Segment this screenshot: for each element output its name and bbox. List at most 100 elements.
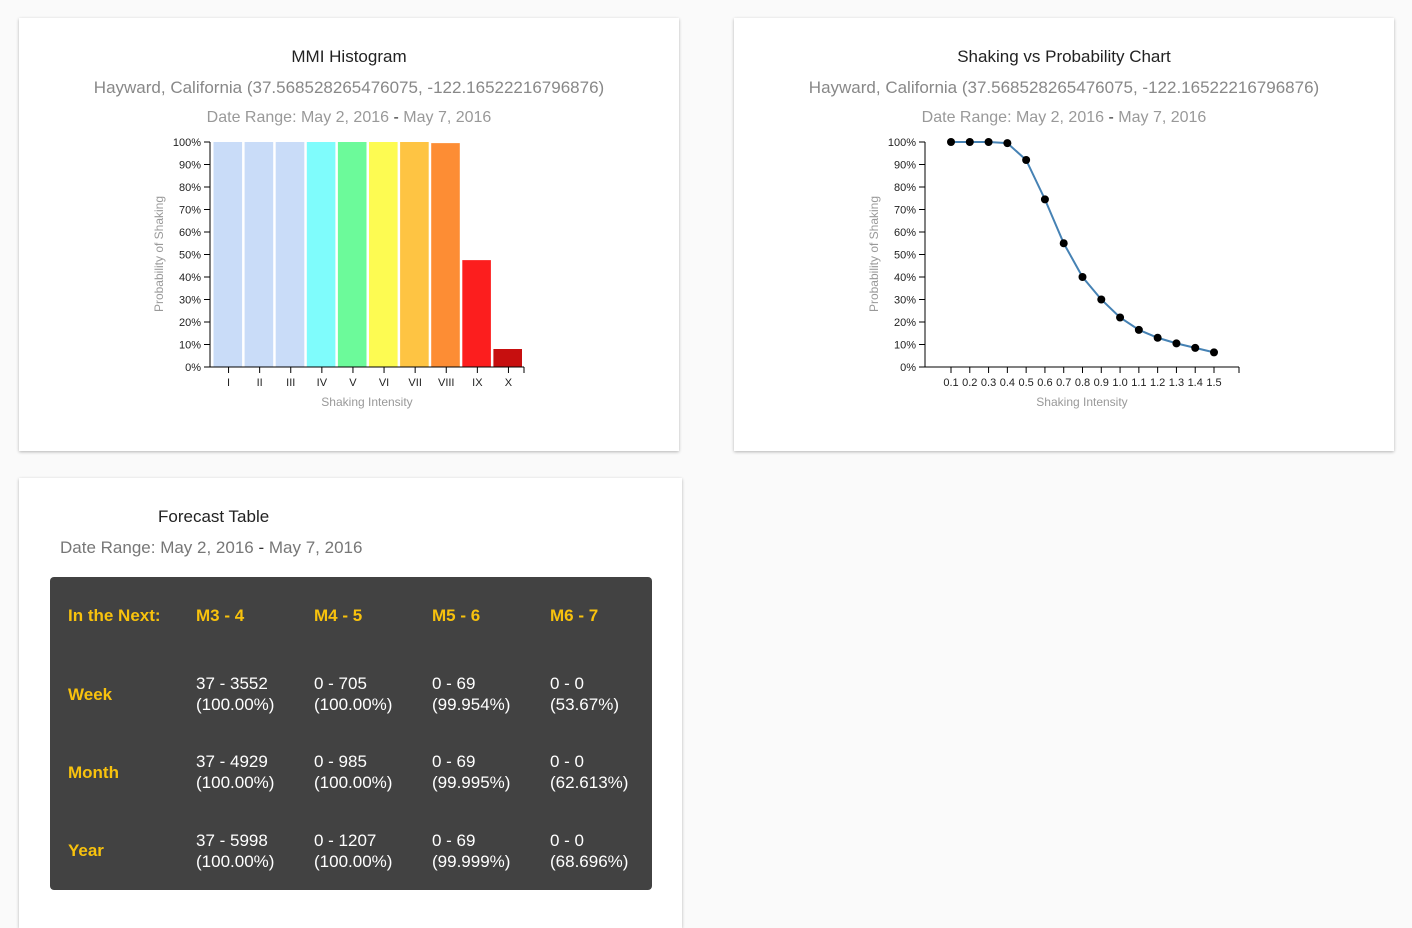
y-tick-label: 50%: [179, 250, 201, 262]
y-tick-label: 100%: [173, 137, 201, 149]
x-tick-label: VIII: [438, 377, 455, 389]
count-range: 0 - 0: [550, 752, 585, 772]
x-tick-label: 1.0: [1112, 377, 1127, 389]
table-cell: 0 - 705 (100.00%): [314, 655, 432, 733]
x-tick-label: 0.9: [1094, 377, 1109, 389]
x-tick-label: IX: [472, 377, 483, 389]
y-tick-label: 30%: [894, 295, 916, 307]
x-tick-label: 0.2: [962, 377, 977, 389]
y-tick-label: 70%: [894, 205, 916, 217]
shaking-probability-chart: 0% 10% 20% 30% 40% 50% 60% 70% 80% 90% 100% 0.1 0.2 0…: [867, 137, 1240, 409]
shaking-probability-card: Shaking vs Probability Chart Hayward, Ca…: [734, 18, 1394, 451]
x-tick-label: IV: [317, 377, 328, 389]
table-cell: 0 - 0 (53.67%): [550, 655, 652, 733]
y-tick-label: 20%: [894, 317, 916, 329]
probability: (99.995%): [432, 773, 511, 793]
x-tick-label: 0.6: [1037, 377, 1052, 389]
y-tick-label: 60%: [179, 227, 201, 239]
y-axis-label: Probability of Shaking: [867, 196, 881, 312]
x-tick-label: 1.3: [1169, 377, 1184, 389]
x-tick-label: VII: [408, 377, 421, 389]
mmi-histogram-card: MMI Histogram Hayward, California (37.56…: [19, 18, 679, 451]
forecast-table-header: In the Next: M3 - 4 M4 - 5 M5 - 6 M6 - 7: [50, 577, 652, 655]
count-range: 0 - 0: [550, 830, 585, 850]
forecast-table: In the Next: M3 - 4 M4 - 5 M5 - 6 M6 - 7…: [50, 577, 652, 890]
data-point: [1040, 195, 1049, 204]
x-tick-label: 1.5: [1206, 377, 1221, 389]
forecast-date-range: Date Range: May 2, 2016 - May 7, 2016: [60, 538, 363, 557]
data-point: [1022, 156, 1031, 164]
y-tick-label: 0%: [900, 362, 916, 374]
table-cell: 0 - 69 (99.954%): [432, 655, 550, 733]
y-tick-label: 70%: [179, 205, 201, 217]
table-row: Week 37 - 3552 (100.00%) 0 - 705 (100.00%)…: [50, 655, 652, 733]
table-cell: 0 - 0 (68.696%): [550, 812, 652, 890]
x-axis-label: Shaking Intensity: [1036, 395, 1127, 409]
probability: (100.00%): [196, 695, 275, 715]
count-range: 0 - 985: [314, 752, 367, 772]
header-m3-4: M3 - 4: [196, 606, 245, 625]
x-tick-label: V: [349, 377, 357, 389]
y-tick-label: 100%: [888, 137, 916, 149]
y-tick-label: 50%: [894, 250, 916, 262]
data-point: [947, 138, 955, 146]
table-cell: 0 - 69 (99.995%): [432, 733, 550, 811]
forecast-table-card: Forecast Table Date Range: May 2, 2016 -…: [19, 478, 682, 928]
start-date: May 2, 2016: [160, 538, 254, 557]
y-tick-label: 40%: [179, 272, 201, 284]
x-tick-label: 0.4: [1000, 377, 1015, 389]
row-period: Year: [68, 841, 104, 861]
probability: (99.954%): [432, 695, 511, 715]
count-range: 0 - 705: [314, 674, 367, 694]
series-line: [951, 141, 1215, 354]
table-cell: 37 - 3552 (100.00%): [196, 655, 314, 733]
data-point: [1059, 239, 1068, 248]
x-tick-label: 0.5: [1018, 377, 1033, 389]
header-in-the-next: In the Next:: [68, 606, 161, 625]
table-cell: 0 - 1207 (100.00%): [314, 812, 432, 890]
bar: [337, 142, 367, 367]
probability: (62.613%): [550, 773, 629, 793]
y-axis-label: Probability of Shaking: [152, 196, 166, 312]
x-tick-label: 0.8: [1075, 377, 1090, 389]
x-tick-label: 0.1: [943, 377, 958, 389]
bar: [493, 349, 522, 367]
x-tick-label: X: [505, 377, 513, 389]
probability: (99.999%): [432, 851, 511, 871]
bar: [275, 142, 305, 367]
data-point: [1078, 273, 1087, 281]
y-tick-label: 80%: [179, 182, 201, 194]
x-tick-label: 1.2: [1150, 377, 1165, 389]
y-tick-label: 90%: [894, 160, 916, 172]
row-period: Week: [68, 684, 113, 704]
table-cell: 0 - 69 (99.999%): [432, 812, 550, 890]
data-point: [1153, 333, 1162, 342]
data-point: [1191, 343, 1200, 352]
bar: [369, 142, 398, 367]
table-row: Month 37 - 4929 (100.00%) 0 - 985 (100.00%…: [50, 733, 652, 811]
data-point: [1003, 139, 1012, 148]
table-cell: 37 - 5998 (100.00%): [196, 812, 314, 890]
header-m4-5: M4 - 5: [314, 606, 363, 625]
bar: [462, 260, 491, 367]
count-range: 0 - 1207: [314, 830, 377, 850]
table-cell: 37 - 4929 (100.00%): [196, 733, 314, 811]
y-tick-label: 60%: [894, 227, 916, 239]
count-range: 37 - 4929: [196, 752, 268, 772]
x-tick-label: 0.3: [981, 377, 996, 389]
data-point: [1097, 295, 1106, 304]
table-cell: 0 - 0 (62.613%): [550, 733, 652, 811]
table-cell: 0 - 985 (100.00%): [314, 733, 432, 811]
data-point: [1210, 348, 1218, 357]
y-tick-label: 30%: [179, 295, 201, 307]
table-row: Year 37 - 5998 (100.00%) 0 - 1207 (100.00%…: [50, 812, 652, 890]
bar: [244, 142, 274, 367]
x-tick-label: 1.4: [1188, 377, 1203, 389]
end-date: May 7, 2016: [268, 538, 363, 557]
x-tick-label: 0.7: [1056, 377, 1071, 389]
count-range: 0 - 0: [550, 674, 585, 694]
count-range: 37 - 5998: [196, 830, 268, 850]
probability: (100.00%): [314, 773, 393, 793]
forecast-table-title: Forecast Table: [158, 507, 270, 526]
probability: (100.00%): [314, 695, 393, 715]
